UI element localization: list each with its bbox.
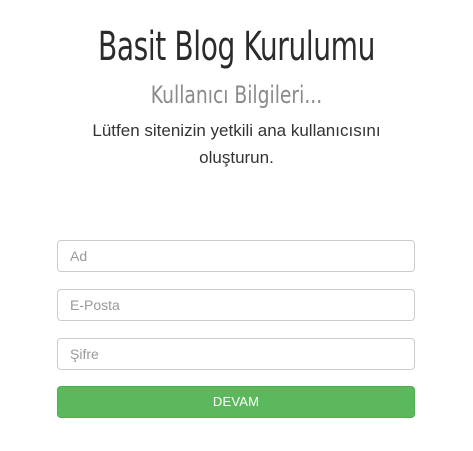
page-description: Lütfen sitenizin yetkili ana kullanıcısı… — [92, 121, 381, 167]
password-field[interactable] — [57, 338, 415, 370]
name-field[interactable] — [57, 240, 415, 272]
email-field[interactable] — [57, 289, 415, 321]
continue-button[interactable]: DEVAM — [57, 386, 415, 418]
page-subtitle: Kullanıcı Bilgileri... — [150, 81, 323, 109]
page-title: Basit Blog Kurulumu — [97, 24, 376, 70]
